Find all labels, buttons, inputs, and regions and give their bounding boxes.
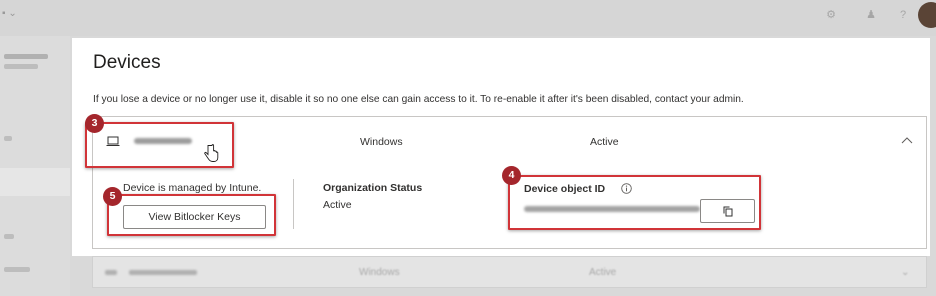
page-title: Devices (93, 52, 161, 73)
settings-icon[interactable]: ⚙ (824, 8, 838, 22)
sidebar-item-blurred (4, 64, 38, 69)
chevron-up-icon[interactable] (901, 135, 913, 145)
step-badge-4: 4 (502, 166, 521, 185)
app-menu-icon[interactable]: ▪ ⌄ (2, 8, 24, 19)
account-icon[interactable]: ♟ (864, 8, 878, 22)
divider (293, 179, 294, 229)
chevron-down-icon[interactable]: ⌄ (901, 267, 909, 278)
step-badge-3: 3 (85, 114, 104, 133)
sidebar-item-blurred (4, 136, 12, 141)
highlight-box-device-id (508, 175, 761, 230)
managed-by-intune-text: Device is managed by Intune. (123, 182, 262, 194)
sidebar-item-blurred (4, 267, 30, 272)
highlight-box-device-row (85, 122, 234, 168)
sidebar-item-blurred (4, 54, 48, 59)
sidebar-item-blurred (4, 234, 14, 239)
sidebar-active-item[interactable] (0, 168, 70, 196)
laptop-icon (105, 270, 117, 275)
top-bar: ▪ ⌄ ⚙ ♟ ? (0, 0, 936, 36)
page-description: If you lose a device or no longer use it… (93, 94, 744, 105)
device-status: Active (589, 267, 617, 278)
device-status: Active (590, 136, 619, 148)
org-status-value: Active (323, 199, 352, 211)
org-status-label: Organization Status (323, 182, 423, 194)
device-os: Windows (360, 136, 403, 148)
highlight-box-bitlocker (107, 194, 276, 236)
avatar[interactable] (918, 2, 936, 28)
sidebar (0, 36, 70, 296)
help-icon[interactable]: ? (896, 8, 910, 22)
device-name-redacted (129, 270, 197, 275)
device-os: Windows (359, 267, 400, 278)
device-row-2[interactable]: Windows Active ⌄ (92, 256, 927, 288)
step-badge-5: 5 (103, 187, 122, 206)
